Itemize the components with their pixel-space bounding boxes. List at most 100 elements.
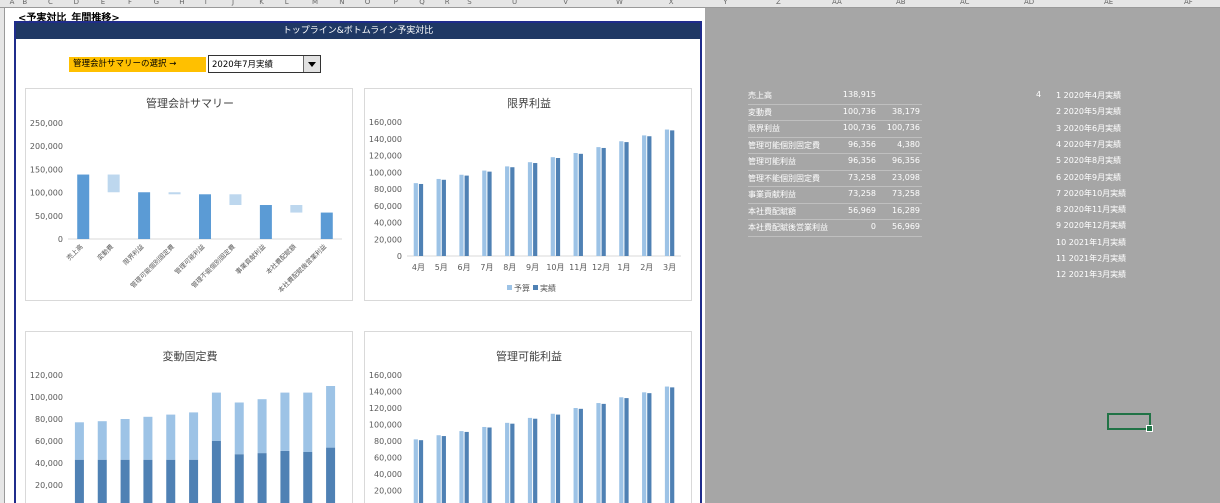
column-header-X[interactable]: X: [669, 0, 674, 6]
legend-label-budget: 予算: [514, 283, 530, 293]
selected-month-index: 4: [1036, 90, 1042, 99]
marginal-profit-chart-panel[interactable]: 限界利益 160,000 140,000 120,000 100,000 80,000 60…: [364, 88, 692, 301]
variable-fixed-cost-chart-panel[interactable]: 変動固定費 120,000 100,000 80,000 60,000 40,000 20,…: [25, 331, 353, 503]
column-header-AB[interactable]: AB: [896, 0, 906, 6]
row-label: 本社費配賦額: [748, 206, 796, 216]
actual-bar: [510, 167, 515, 256]
variable-cost-bar: [303, 392, 313, 452]
budget-bar: [527, 417, 533, 503]
budget-bar: [619, 397, 624, 503]
budget-bar: [550, 413, 555, 503]
column-header-AF[interactable]: AF: [1184, 0, 1193, 6]
budget-bar: [573, 408, 578, 503]
waterfall-bar: [77, 174, 90, 239]
y-tick-label: 150,000: [30, 165, 63, 174]
column-header-G[interactable]: G: [154, 0, 159, 6]
column-header-M[interactable]: M: [312, 0, 318, 6]
column-header-A[interactable]: A: [10, 0, 15, 6]
chart-title: 限界利益: [507, 96, 551, 110]
column-header-U[interactable]: U: [512, 0, 517, 6]
column-header-B[interactable]: B: [22, 0, 27, 6]
fixed-cost-bar: [189, 459, 199, 503]
column-header-Q[interactable]: Q: [419, 0, 425, 6]
controllable-profit-chart-panel[interactable]: 管理可能利益 160,000 140,000 120,000 100,000 80,000…: [364, 331, 692, 503]
month-list-item: 9 2020年12月実績: [1056, 221, 1127, 231]
fixed-cost-bar: [120, 459, 130, 503]
x-tick-label: 事業貢献利益: [233, 242, 267, 276]
waterfall-bar: [290, 205, 303, 213]
budget-bar: [482, 170, 487, 256]
x-tick-label: 4月: [412, 263, 425, 272]
chart-title: 管理会計サマリー: [146, 96, 234, 110]
row-label: 管理可能利益: [748, 157, 796, 166]
column-header-F[interactable]: F: [128, 0, 132, 6]
waterfall-bar: [107, 174, 120, 193]
y-tick-label: 250,000: [30, 119, 63, 128]
summary-value-table: 売上高 138,915 変動費 100,736 38,179 限界利益 100,736 100…: [748, 88, 922, 237]
active-cell-selection[interactable]: [1107, 413, 1153, 432]
legend-swatch-budget: [507, 285, 512, 290]
budget-bar: [413, 183, 418, 256]
value-a: 100,736: [842, 106, 876, 116]
month-list-item: 5 2020年8月実績: [1056, 156, 1122, 166]
column-header-AE[interactable]: AE: [1104, 0, 1113, 6]
column-header-S[interactable]: S: [467, 0, 471, 6]
y-tick-label: 80,000: [35, 415, 63, 424]
column-header-V[interactable]: V: [563, 0, 568, 6]
y-tick-label: 80,000: [374, 185, 402, 194]
column-header-D[interactable]: D: [74, 0, 79, 6]
budget-bar: [527, 162, 533, 256]
column-header-P[interactable]: P: [394, 0, 398, 6]
waterfall-bar: [229, 194, 242, 206]
variable-cost-bar: [74, 422, 84, 460]
y-tick-label: 120,000: [369, 152, 402, 161]
legend-label-actual: 実績: [540, 283, 556, 293]
chevron-down-icon[interactable]: [303, 56, 320, 72]
y-tick-label: 50,000: [35, 212, 63, 221]
summary-table-row: 管理可能利益 96,356 96,356: [748, 154, 922, 171]
budget-bar: [596, 147, 601, 256]
y-tick-label: 20,000: [35, 481, 63, 490]
column-header-O[interactable]: O: [365, 0, 371, 6]
y-tick-label: 100,000: [369, 168, 402, 177]
x-tick-label: 本社費配賦後営業利益: [276, 242, 329, 295]
fixed-cost-bar: [97, 459, 107, 503]
y-tick-label: 160,000: [369, 371, 402, 380]
variable-cost-bar: [189, 412, 199, 460]
column-header-AD[interactable]: AD: [1024, 0, 1034, 6]
budget-bar: [573, 152, 578, 256]
column-header-I[interactable]: I: [205, 0, 207, 6]
summary-table-row: 管理可能個別固定費 96,356 4,380: [748, 138, 922, 154]
column-header-AC[interactable]: AC: [960, 0, 970, 6]
column-header-J[interactable]: J: [232, 0, 234, 6]
column-header-Z[interactable]: Z: [776, 0, 781, 6]
value-a: 73,258: [848, 189, 876, 198]
variable-cost-bar: [120, 419, 130, 460]
column-header-K[interactable]: K: [259, 0, 264, 6]
y-tick-label: 60,000: [374, 202, 402, 211]
column-header-L[interactable]: L: [285, 0, 289, 6]
value-b: 56,969: [892, 222, 920, 231]
x-tick-label: 1月: [617, 263, 630, 272]
row-label: 本社費配賦後営業利益: [748, 223, 828, 232]
budget-bar: [459, 174, 464, 256]
column-header-H[interactable]: H: [179, 0, 184, 6]
actual-bar: [555, 414, 561, 503]
y-tick-label: 20,000: [374, 487, 402, 496]
month-list-item: 7 2020年10月実績: [1056, 188, 1127, 198]
column-header-Y[interactable]: Y: [723, 0, 727, 6]
summary-chart-panel[interactable]: 管理会計サマリー 250,000 200,000 150,000 100,000 50,0…: [25, 88, 353, 301]
column-header-AA[interactable]: AA: [832, 0, 842, 6]
budget-bar: [619, 141, 624, 256]
column-header-W[interactable]: W: [616, 0, 623, 6]
budget-bar: [505, 422, 510, 503]
month-dropdown[interactable]: 2020年7月実績: [208, 55, 321, 73]
actual-bar: [670, 387, 675, 503]
column-header-E[interactable]: E: [101, 0, 105, 6]
column-header-R[interactable]: R: [445, 0, 450, 6]
actual-bar: [441, 179, 446, 256]
report-banner: トップライン&ボトムライン予実対比: [16, 23, 700, 39]
budget-bar: [459, 431, 464, 503]
column-header-C[interactable]: C: [48, 0, 53, 6]
column-header-N[interactable]: N: [339, 0, 344, 6]
